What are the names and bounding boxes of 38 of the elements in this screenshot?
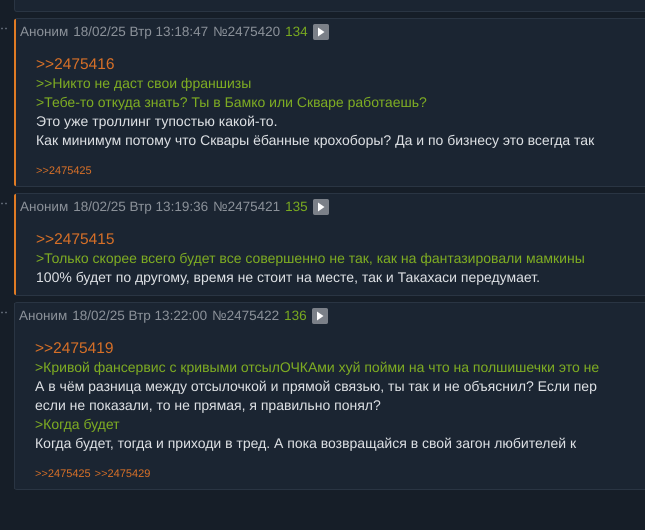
reply-link[interactable]: >>2475419 <box>35 339 645 358</box>
reply-link[interactable]: >>2475416 <box>36 55 645 74</box>
author-name: Аноним <box>19 308 68 324</box>
play-button[interactable] <box>312 199 329 215</box>
post-count: 136 <box>284 308 307 324</box>
post-count: 134 <box>285 24 308 40</box>
post-number[interactable]: №2475420 <box>213 24 280 40</box>
quote-text: >Только скорее всего будет все совершенно не так, как на фантазировали мамкины <box>36 249 586 268</box>
post-date: 18/02/25 Втр 13:19:36 <box>73 199 208 215</box>
backlink[interactable]: >>2475425 <box>35 467 91 481</box>
post-number[interactable]: №2475421 <box>213 199 280 215</box>
author-name: Аноним <box>20 24 68 40</box>
play-icon <box>316 311 324 321</box>
author-name: Аноним <box>20 199 68 215</box>
dots-icon[interactable] <box>1 202 9 205</box>
play-button[interactable] <box>312 24 329 40</box>
quote-text: >Тебе-то откуда знать? Ты в Бамко или Скваре работаешь? <box>36 93 428 112</box>
post-text: если не показали, то не прямая, я правильно понял? <box>35 396 382 415</box>
backlink[interactable]: >>2475425 <box>36 164 92 178</box>
backlink[interactable]: >>2475429 <box>94 467 150 481</box>
play-icon <box>316 202 325 212</box>
reply-link[interactable]: >>2475415 <box>36 230 645 249</box>
post-text: А в чём разница между отсылочкой и прямой связью, ты так и не объяснил? Если пер <box>35 377 598 396</box>
post-date: 18/02/25 Втр 13:22:00 <box>72 308 208 324</box>
quote-text: >Когда будет <box>35 415 121 434</box>
post-text: 100% будет по другому, время не стоит на месте, так и Такахаси передумает. <box>36 268 542 287</box>
post-date: 18/02/25 Втр 13:18:47 <box>73 24 208 40</box>
post-text: Когда будет, тогда и приходи в тред. А пока возвращайся в свой загон любителей к <box>35 434 578 453</box>
post-text: Как минимум потому что Сквары ёбанные крохоборы? Да и по бизнесу это всегда так <box>36 131 596 150</box>
post-text: Это уже троллинг тупостью какой-то. <box>36 112 278 131</box>
quote-text: >>Никто не даст свои франшизы <box>36 74 252 93</box>
quote-text: >Кривой фансервис с кривыми отсылОЧКАми хуй пойми на что на полшишечки это не <box>35 358 600 377</box>
play-icon <box>316 27 325 37</box>
play-button[interactable] <box>312 308 328 324</box>
dots-icon[interactable] <box>1 311 9 314</box>
dots-icon[interactable] <box>1 27 9 30</box>
post-count: 135 <box>285 199 308 215</box>
post-number[interactable]: №2475422 <box>212 308 280 324</box>
